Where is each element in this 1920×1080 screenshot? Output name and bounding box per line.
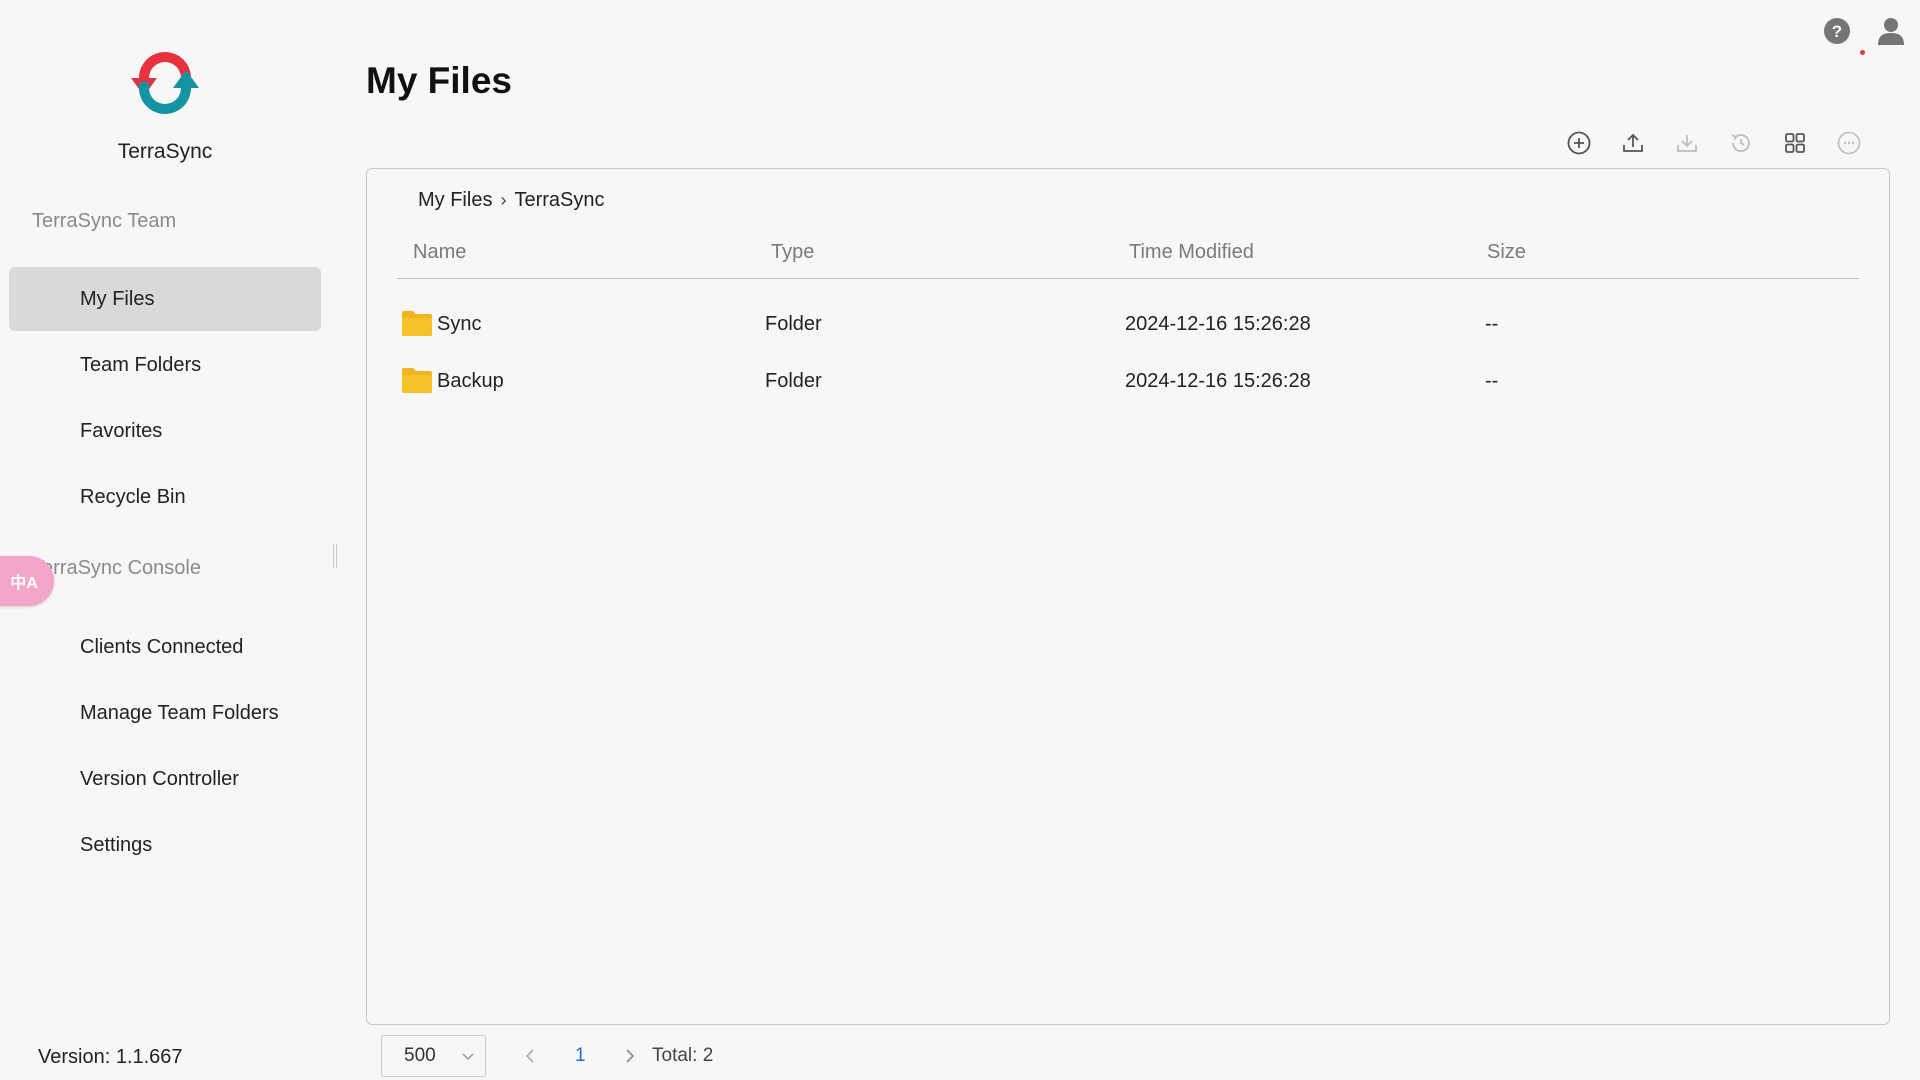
more-button[interactable] [1834, 128, 1864, 158]
column-header-name[interactable]: Name [413, 241, 466, 264]
sidebar-item-team-folders[interactable]: Team Folders [9, 333, 321, 397]
folder-icon [402, 311, 432, 336]
sidebar-item-label: Settings [80, 833, 153, 856]
breadcrumb: My Files › TerraSync [418, 189, 604, 212]
row-modified: 2024-12-16 15:26:28 [1125, 313, 1311, 335]
top-right-icons: ? [1822, 16, 1906, 46]
upload-button[interactable] [1618, 128, 1648, 158]
translate-icon: 中A [10, 575, 38, 592]
svg-text:?: ? [1832, 22, 1842, 41]
history-icon [1731, 134, 1750, 152]
row-modified: 2024-12-16 15:26:28 [1125, 370, 1311, 392]
sidebar-item-label: My Files [80, 287, 155, 310]
download-button[interactable] [1672, 128, 1702, 158]
folder-icon [402, 368, 432, 393]
page-size-value: 500 [404, 1045, 436, 1066]
terrasync-logo-icon [131, 52, 199, 114]
row-name: Sync [437, 313, 482, 335]
notification-dot [1860, 50, 1865, 55]
page-title: My Files [366, 60, 512, 101]
download-icon [1677, 135, 1697, 152]
sidebar-item-settings[interactable]: Settings [9, 813, 321, 877]
sidebar-item-label: Clients Connected [80, 635, 244, 658]
prev-page-button[interactable] [520, 1046, 540, 1066]
breadcrumb-item-terrasync[interactable]: TerraSync [514, 189, 604, 212]
next-page-button[interactable] [620, 1046, 640, 1066]
row-size: -- [1485, 313, 1499, 335]
row-type: Folder [765, 313, 822, 335]
column-header-type[interactable]: Type [771, 241, 814, 264]
app-name: TerraSync [117, 140, 213, 163]
version-label: Version: 1.1.667 [38, 1046, 183, 1068]
row-type: Folder [765, 370, 822, 392]
sidebar-item-my-files[interactable]: My Files [9, 267, 321, 331]
help-icon: ? [1824, 18, 1850, 44]
file-toolbar [1564, 128, 1864, 158]
sidebar-item-label: Favorites [80, 419, 163, 442]
breadcrumb-item-my-files[interactable]: My Files [418, 189, 492, 212]
logo: TerraSync [0, 34, 330, 164]
translate-badge[interactable]: 中A [0, 556, 54, 606]
sidebar-item-manage-team-folders[interactable]: Manage Team Folders [9, 681, 321, 745]
column-header-time-modified[interactable]: Time Modified [1129, 241, 1254, 264]
sidebar-item-clients-connected[interactable]: Clients Connected [9, 615, 321, 679]
section-label-team: TerraSync Team [32, 210, 177, 232]
section-label-console: TerraSync Console [32, 557, 201, 579]
file-panel: My Files › TerraSync Name Type Time Modi… [366, 168, 1890, 1025]
user-button[interactable] [1876, 16, 1906, 46]
sidebar-item-label: Team Folders [80, 353, 202, 376]
user-icon [1878, 18, 1904, 45]
sidebar-item-label: Version Controller [80, 767, 239, 790]
grid-view-button[interactable] [1780, 128, 1810, 158]
new-button[interactable] [1564, 128, 1594, 158]
page-size-select[interactable]: 500 [381, 1035, 486, 1077]
history-button[interactable] [1726, 128, 1756, 158]
grid-icon [1785, 133, 1805, 153]
sidebar-item-favorites[interactable]: Favorites [9, 399, 321, 463]
help-button[interactable]: ? [1822, 16, 1852, 46]
chevron-down-icon [462, 1053, 474, 1061]
total-count: Total: 2 [652, 1045, 714, 1066]
sidebar-resize-handle[interactable] [333, 544, 337, 568]
table-header: Name Type Time Modified Size [397, 241, 1859, 279]
row-name: Backup [437, 370, 504, 392]
column-header-size[interactable]: Size [1487, 241, 1526, 264]
table-row[interactable]: Sync Folder 2024-12-16 15:26:28 -- [397, 297, 1859, 353]
app-root: TerraSync TerraSync Team My Files Team F… [0, 0, 1920, 1080]
sidebar-item-version-controller[interactable]: Version Controller [9, 747, 321, 811]
upload-icon [1623, 133, 1643, 152]
more-icon [1837, 131, 1861, 155]
page-number[interactable]: 1 [575, 1045, 586, 1067]
sidebar-item-label: Manage Team Folders [80, 701, 279, 724]
table-row[interactable]: Backup Folder 2024-12-16 15:26:28 -- [397, 354, 1859, 410]
plus-circle-icon [1567, 131, 1591, 155]
sidebar: TerraSync TerraSync Team My Files Team F… [0, 0, 330, 1080]
chevron-right-icon: › [500, 190, 507, 210]
sidebar-item-label: Recycle Bin [80, 485, 186, 508]
sidebar-item-recycle-bin[interactable]: Recycle Bin [9, 465, 321, 529]
row-size: -- [1485, 370, 1499, 392]
